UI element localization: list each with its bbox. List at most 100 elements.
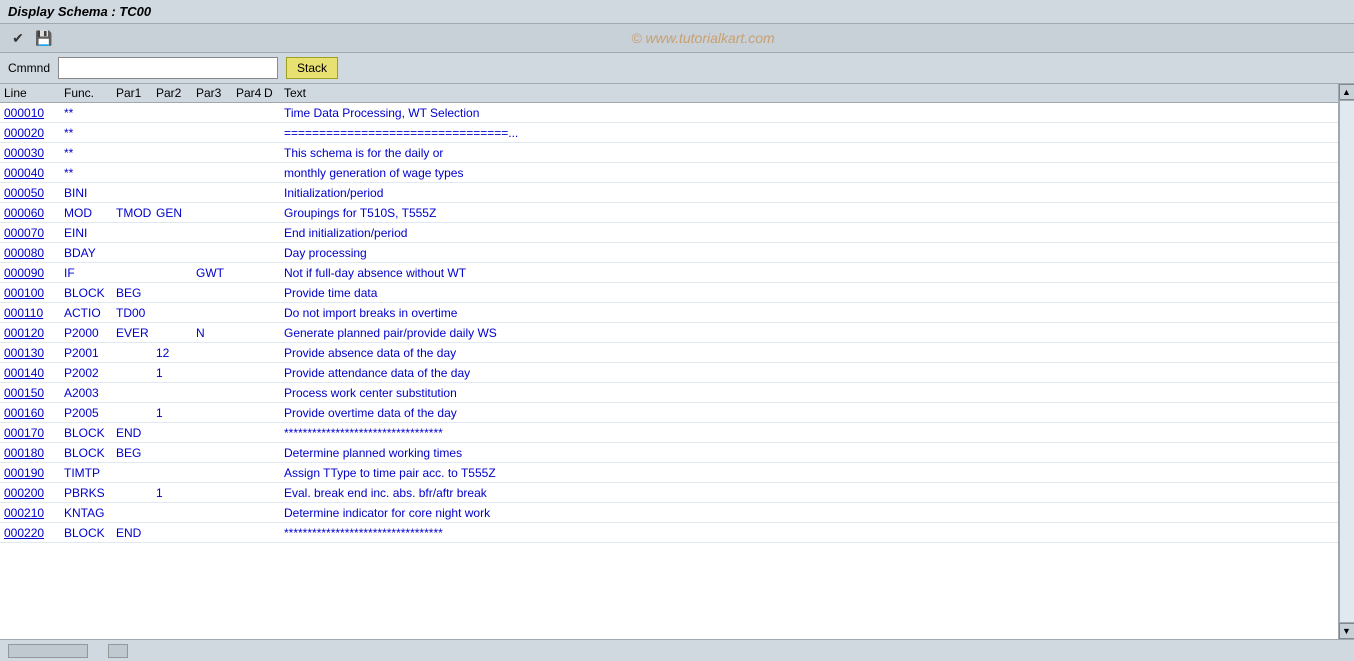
- table-row[interactable]: 000070 EINI End initialization/period: [0, 223, 1338, 243]
- table-row[interactable]: 000010 ** Time Data Processing, WT Selec…: [0, 103, 1338, 123]
- row-text: This schema is for the daily or: [284, 146, 1334, 160]
- row-func: A2003: [64, 386, 116, 400]
- table-row[interactable]: 000210 KNTAG Determine indicator for cor…: [0, 503, 1338, 523]
- row-par3: N: [196, 326, 236, 340]
- scroll-down-arrow[interactable]: ▼: [1339, 623, 1354, 639]
- table-row[interactable]: 000220 BLOCK END ***********************…: [0, 523, 1338, 543]
- table-row[interactable]: 000170 BLOCK END ***********************…: [0, 423, 1338, 443]
- scroll-track[interactable]: [1339, 100, 1354, 623]
- row-line[interactable]: 000100: [4, 286, 64, 300]
- table-row[interactable]: 000180 BLOCK BEG Determine planned worki…: [0, 443, 1338, 463]
- row-text: Do not import breaks in overtime: [284, 306, 1334, 320]
- table-row[interactable]: 000110 ACTIO TD00 Do not import breaks i…: [0, 303, 1338, 323]
- row-line[interactable]: 000160: [4, 406, 64, 420]
- row-func: BLOCK: [64, 426, 116, 440]
- row-line[interactable]: 000130: [4, 346, 64, 360]
- col-header-func: Func.: [64, 86, 116, 100]
- table-row[interactable]: 000120 P2000 EVER N Generate planned pai…: [0, 323, 1338, 343]
- row-par2: 1: [156, 486, 196, 500]
- row-text: Provide attendance data of the day: [284, 366, 1334, 380]
- row-line[interactable]: 000040: [4, 166, 64, 180]
- table-row[interactable]: 000150 A2003 Process work center substit…: [0, 383, 1338, 403]
- row-line[interactable]: 000210: [4, 506, 64, 520]
- row-line[interactable]: 000030: [4, 146, 64, 160]
- command-bar: Cmmnd Stack: [0, 53, 1354, 84]
- row-line[interactable]: 000060: [4, 206, 64, 220]
- table-row[interactable]: 000060 MOD TMOD GEN Groupings for T510S,…: [0, 203, 1338, 223]
- col-header-line: Line: [4, 86, 64, 100]
- scroll-up-arrow[interactable]: ▲: [1339, 84, 1354, 100]
- row-line[interactable]: 000180: [4, 446, 64, 460]
- row-line[interactable]: 000010: [4, 106, 64, 120]
- watermark: © www.tutorialkart.com: [60, 30, 1346, 46]
- row-text: Groupings for T510S, T555Z: [284, 206, 1334, 220]
- row-func: BDAY: [64, 246, 116, 260]
- table-row[interactable]: 000140 P2002 1 Provide attendance data o…: [0, 363, 1338, 383]
- row-text: Time Data Processing, WT Selection: [284, 106, 1334, 120]
- row-func: IF: [64, 266, 116, 280]
- row-line[interactable]: 000080: [4, 246, 64, 260]
- main-area: Line Func. Par1 Par2 Par3 Par4 D Text 00…: [0, 84, 1354, 639]
- col-header-text: Text: [284, 86, 1334, 100]
- row-func: P2001: [64, 346, 116, 360]
- row-func: BLOCK: [64, 446, 116, 460]
- content-area: Line Func. Par1 Par2 Par3 Par4 D Text 00…: [0, 84, 1338, 639]
- row-text: Assign TType to time pair acc. to T555Z: [284, 466, 1334, 480]
- command-input[interactable]: [58, 57, 278, 79]
- row-line[interactable]: 000070: [4, 226, 64, 240]
- table-row[interactable]: 000190 TIMTP Assign TType to time pair a…: [0, 463, 1338, 483]
- table-row[interactable]: 000100 BLOCK BEG Provide time data: [0, 283, 1338, 303]
- table-row[interactable]: 000080 BDAY Day processing: [0, 243, 1338, 263]
- title-bar: Display Schema : TC00: [0, 0, 1354, 24]
- table-row[interactable]: 000030 ** This schema is for the daily o…: [0, 143, 1338, 163]
- vertical-scrollbar[interactable]: ▲ ▼: [1338, 84, 1354, 639]
- table-body: 000010 ** Time Data Processing, WT Selec…: [0, 103, 1338, 543]
- row-func: PBRKS: [64, 486, 116, 500]
- col-header-par1: Par1: [116, 86, 156, 100]
- stack-button[interactable]: Stack: [286, 57, 338, 79]
- row-text: Determine indicator for core night work: [284, 506, 1334, 520]
- row-line[interactable]: 000200: [4, 486, 64, 500]
- row-text: Generate planned pair/provide daily WS: [284, 326, 1334, 340]
- table-row[interactable]: 000090 IF GWT Not if full-day absence wi…: [0, 263, 1338, 283]
- col-header-par4: Par4: [236, 86, 264, 100]
- row-line[interactable]: 000050: [4, 186, 64, 200]
- row-func: BLOCK: [64, 286, 116, 300]
- row-line[interactable]: 000170: [4, 426, 64, 440]
- row-text: Eval. break end inc. abs. bfr/aftr break: [284, 486, 1334, 500]
- row-text: ================================...: [284, 126, 1334, 140]
- row-func: P2000: [64, 326, 116, 340]
- row-line[interactable]: 000090: [4, 266, 64, 280]
- col-header-par2: Par2: [156, 86, 196, 100]
- save-icon[interactable]: 💾: [34, 28, 54, 48]
- row-func: BINI: [64, 186, 116, 200]
- row-line[interactable]: 000140: [4, 366, 64, 380]
- table-row[interactable]: 000020 ** ==============================…: [0, 123, 1338, 143]
- status-sep-indicator: [108, 644, 128, 658]
- table-row[interactable]: 000130 P2001 12 Provide absence data of …: [0, 343, 1338, 363]
- row-line[interactable]: 000120: [4, 326, 64, 340]
- table-row[interactable]: 000160 P2005 1 Provide overtime data of …: [0, 403, 1338, 423]
- row-func: MOD: [64, 206, 116, 220]
- row-line[interactable]: 000110: [4, 306, 64, 320]
- row-line[interactable]: 000220: [4, 526, 64, 540]
- row-line[interactable]: 000150: [4, 386, 64, 400]
- row-line[interactable]: 000020: [4, 126, 64, 140]
- table-row[interactable]: 000040 ** monthly generation of wage typ…: [0, 163, 1338, 183]
- row-par2: 1: [156, 406, 196, 420]
- check-icon[interactable]: ✔: [8, 28, 28, 48]
- row-func: **: [64, 106, 116, 120]
- row-func: EINI: [64, 226, 116, 240]
- row-par1: END: [116, 526, 156, 540]
- command-label: Cmmnd: [8, 61, 50, 75]
- row-text: Provide overtime data of the day: [284, 406, 1334, 420]
- row-func: **: [64, 146, 116, 160]
- row-text: Not if full-day absence without WT: [284, 266, 1334, 280]
- row-par2: 1: [156, 366, 196, 380]
- table-row[interactable]: 000200 PBRKS 1 Eval. break end inc. abs.…: [0, 483, 1338, 503]
- table-row[interactable]: 000050 BINI Initialization/period: [0, 183, 1338, 203]
- row-text: monthly generation of wage types: [284, 166, 1334, 180]
- row-line[interactable]: 000190: [4, 466, 64, 480]
- row-text: Initialization/period: [284, 186, 1334, 200]
- row-func: **: [64, 126, 116, 140]
